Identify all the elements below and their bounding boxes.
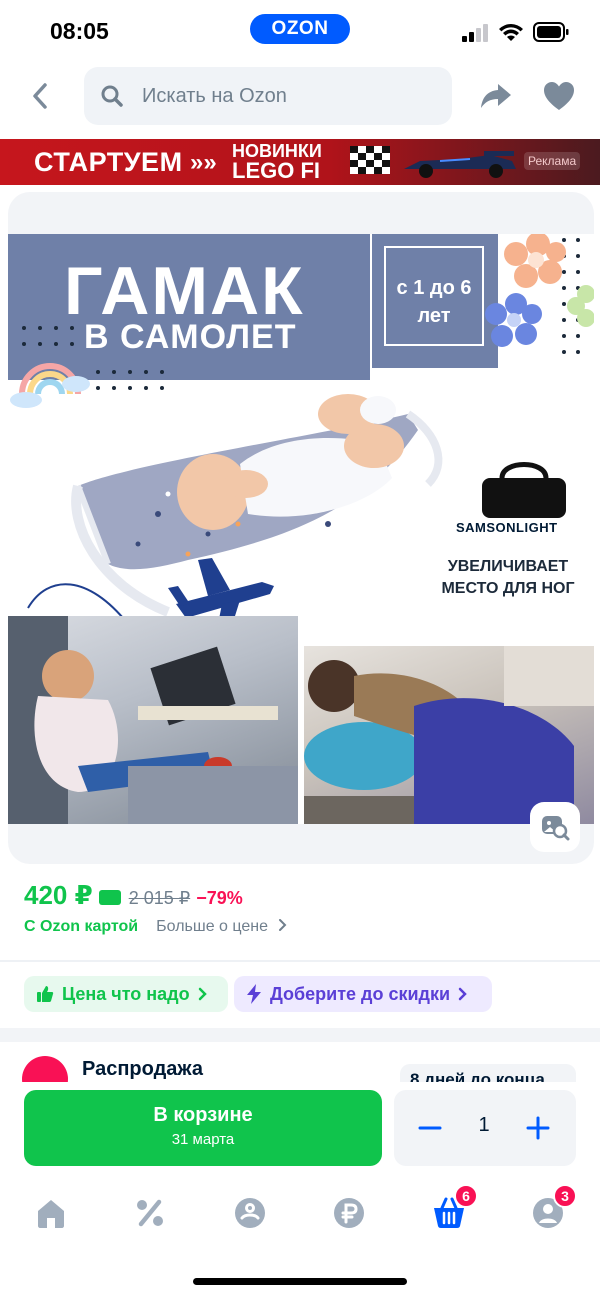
status-time: 08:05 bbox=[50, 18, 109, 44]
cart-badge: 6 bbox=[454, 1184, 478, 1208]
home-icon[interactable] bbox=[34, 1196, 68, 1230]
good-price-chip[interactable]: Цена что надо bbox=[24, 976, 228, 1012]
wifi-icon bbox=[499, 24, 523, 41]
add-to-cart-bar: В корзине 31 марта 1 bbox=[0, 1082, 600, 1178]
in-cart-label: В корзине bbox=[153, 1104, 253, 1126]
finance-icon[interactable] bbox=[332, 1196, 366, 1230]
child-sleeping-illustration bbox=[304, 646, 594, 824]
race-car-image bbox=[404, 151, 516, 178]
profile-tab[interactable]: 3 bbox=[531, 1184, 577, 1230]
product-gallery[interactable]: ГАМАК В САМОЛЕТ с 1 до 6 лет SAMSONLIGHT… bbox=[8, 192, 594, 864]
plus-icon[interactable] bbox=[524, 1114, 552, 1142]
section-gap bbox=[0, 1028, 600, 1042]
bottom-tab-bar: 6 3 bbox=[0, 1180, 600, 1250]
visual-search-button[interactable] bbox=[530, 802, 580, 852]
ozon-card-icon bbox=[98, 890, 121, 905]
quantity-value: 1 bbox=[478, 1114, 490, 1136]
share-icon[interactable] bbox=[478, 78, 514, 114]
ozon-logo: OZON bbox=[250, 14, 350, 44]
good-price-label: Цена что надо bbox=[62, 983, 190, 1004]
divider bbox=[0, 960, 600, 962]
back-button[interactable] bbox=[22, 76, 58, 116]
child-tablet-illustration bbox=[8, 616, 298, 824]
home-indicator bbox=[193, 1278, 407, 1285]
chevron-right-icon bbox=[458, 987, 467, 1001]
promo-headline: СТАРТУЕМ bbox=[34, 147, 183, 177]
visual-search-icon bbox=[542, 816, 570, 841]
promo-banner[interactable]: СТАРТУЕМ »» НОВИНКИ LEGO FI Реклама bbox=[0, 139, 600, 185]
ad-label: Реклама bbox=[524, 152, 581, 170]
photo-child-sleeping bbox=[304, 646, 594, 824]
search-input[interactable]: Искать на Ozon bbox=[84, 67, 452, 125]
minus-icon[interactable] bbox=[416, 1114, 444, 1142]
promo-line-2: LEGO FI bbox=[232, 158, 320, 183]
lightning-icon bbox=[247, 984, 261, 1004]
more-about-price-label: Больше о цене bbox=[156, 918, 268, 935]
chevron-right-icon bbox=[279, 919, 287, 931]
signal-icon bbox=[462, 24, 488, 42]
more-about-price-link[interactable]: Больше о цене bbox=[156, 918, 288, 936]
product-image[interactable]: ГАМАК В САМОЛЕТ с 1 до 6 лет SAMSONLIGHT… bbox=[8, 234, 594, 824]
feature-line-2: МЕСТО ДЛЯ НОГ bbox=[441, 580, 575, 597]
search-icon bbox=[101, 85, 123, 107]
price-subline: С Ozon картой Больше о цене bbox=[24, 918, 288, 936]
ozon-card-label: С Ozon картой bbox=[24, 918, 139, 935]
profile-badge: 3 bbox=[553, 1184, 577, 1208]
chevron-right-icon bbox=[198, 987, 207, 1001]
thumbs-up-icon bbox=[37, 986, 54, 1002]
promo-subtext: НОВИНКИ LEGO FI bbox=[232, 141, 322, 183]
promo-chevrons: »» bbox=[190, 149, 217, 176]
heart-icon[interactable] bbox=[542, 80, 576, 112]
sale-title: Распродажа bbox=[82, 1058, 203, 1080]
discount-icon[interactable] bbox=[133, 1196, 167, 1230]
discount-chip-label: Доберите до скидки bbox=[270, 983, 451, 1004]
quantity-stepper: 1 bbox=[394, 1090, 576, 1166]
checkered-flag-icon bbox=[350, 146, 390, 174]
delivery-date: 31 марта bbox=[171, 1131, 235, 1148]
photo-child-with-tablet bbox=[8, 616, 298, 824]
in-cart-button[interactable]: В корзине 31 марта bbox=[24, 1090, 382, 1166]
price-row: 420 ₽ 2 015 ₽ −79% bbox=[24, 880, 243, 916]
fresh-icon[interactable] bbox=[233, 1196, 267, 1230]
status-bar: 08:05 OZON bbox=[0, 0, 600, 62]
discount-badge: −79% bbox=[196, 888, 243, 908]
discount-chip[interactable]: Доберите до скидки bbox=[234, 976, 492, 1012]
battery-icon bbox=[533, 22, 569, 42]
search-placeholder: Искать на Ozon bbox=[142, 85, 287, 107]
feature-text: УВЕЛИЧИВАЕТ МЕСТО ДЛЯ НОГ bbox=[428, 556, 588, 600]
old-price: 2 015 ₽ bbox=[128, 888, 191, 908]
feature-line-1: УВЕЛИЧИВАЕТ bbox=[447, 558, 569, 575]
current-price: 420 ₽ bbox=[24, 880, 93, 910]
cart-tab[interactable]: 6 bbox=[432, 1184, 478, 1230]
top-header: Искать на Ozon bbox=[0, 62, 600, 132]
back-arrow-icon bbox=[33, 83, 47, 109]
brand-label: SAMSONLIGHT bbox=[456, 520, 558, 535]
